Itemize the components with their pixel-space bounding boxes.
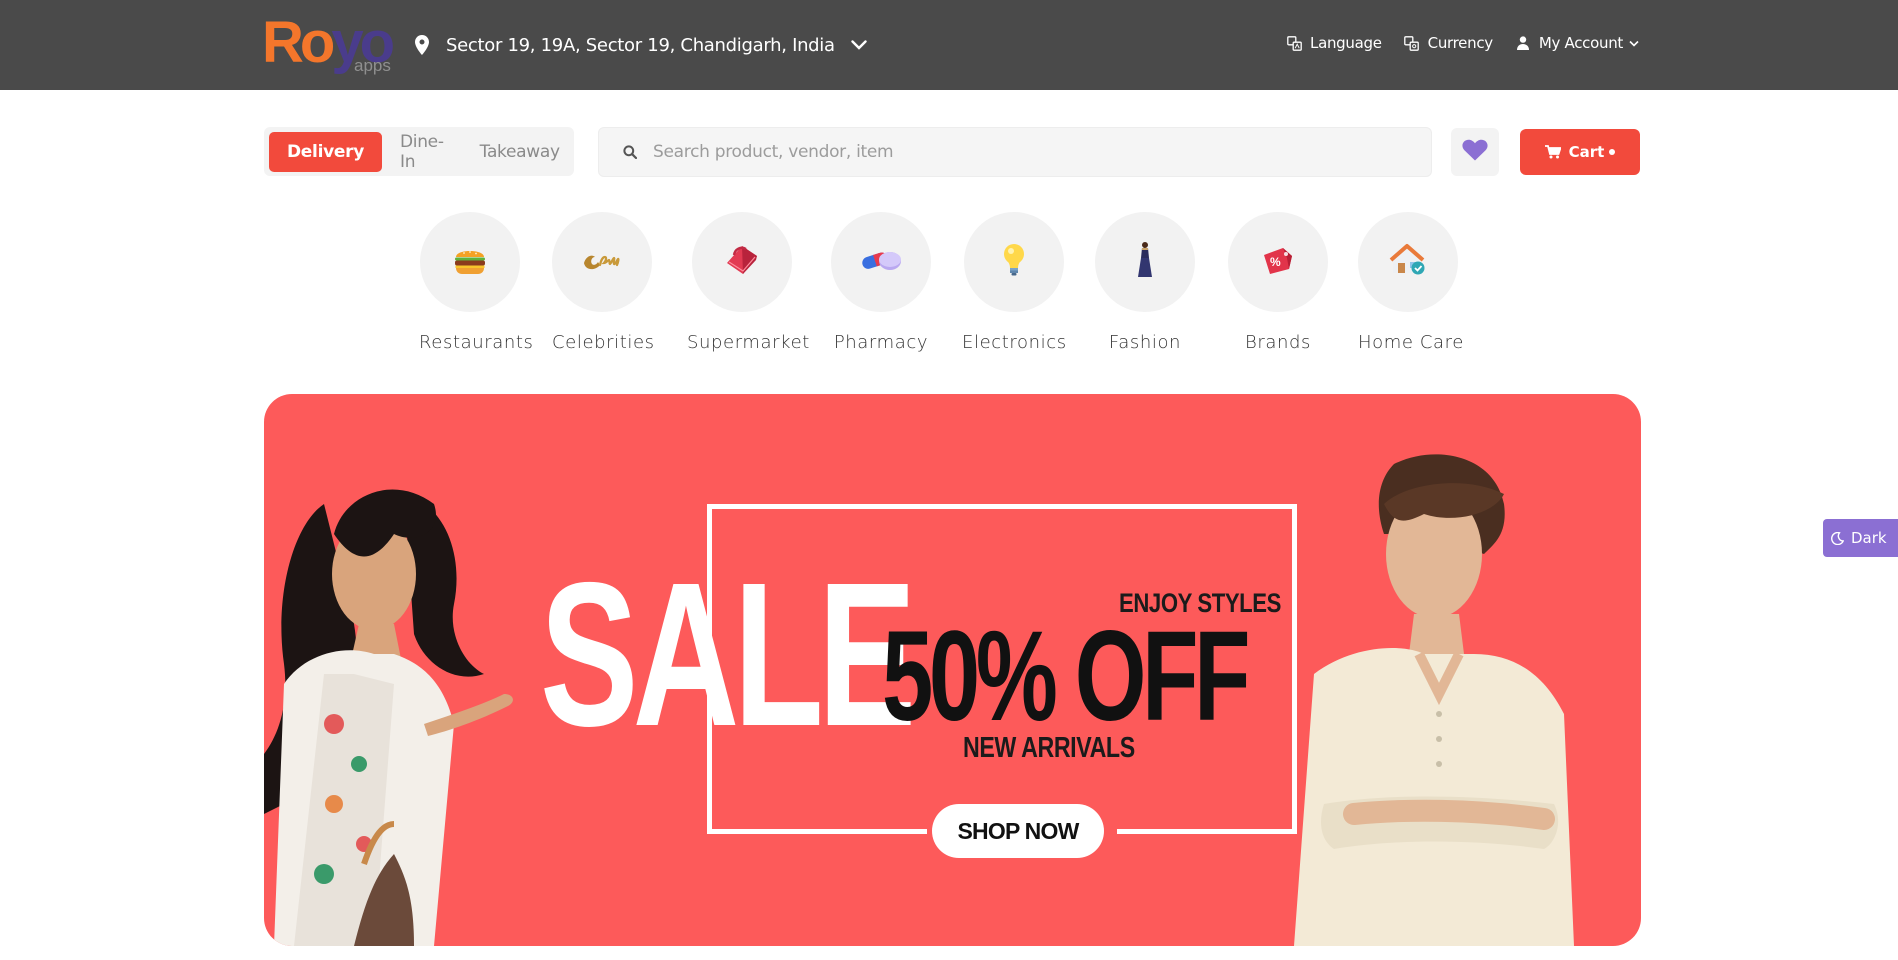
top-header: Royo apps Sector 19, 19A, Sector 19, Cha… [0, 0, 1898, 90]
language-link[interactable]: Language [1286, 34, 1382, 52]
category-label: Supermarket [687, 332, 810, 353]
category-label: Celebrities [552, 332, 655, 353]
celebrity-icon [580, 249, 624, 276]
category-restaurants[interactable]: Restaurants [419, 212, 534, 353]
category-circle [1358, 212, 1458, 312]
tag-icon: % [1261, 245, 1295, 280]
logo-subtext: apps [354, 56, 391, 75]
category-circle: % [1228, 212, 1328, 312]
category-label: Electronics [962, 332, 1067, 353]
category-label: Brands [1244, 332, 1312, 353]
dark-mode-label: Dark [1851, 529, 1887, 547]
language-icon [1286, 35, 1302, 51]
house-icon [1389, 243, 1427, 282]
shop-now-button[interactable]: SHOP NOW [932, 804, 1104, 858]
category-brands[interactable]: % Brands [1228, 212, 1328, 353]
dress-icon [1137, 241, 1153, 284]
location-selector[interactable]: Sector 19, 19A, Sector 19, Chandigarh, I… [412, 30, 869, 60]
cart-label: Cart [1568, 143, 1605, 161]
banner-tagline-bottom: NEW ARRIVALS [963, 732, 1135, 764]
moon-icon [1831, 531, 1845, 545]
header-links: Language Currency My Account [1286, 34, 1639, 52]
category-pharmacy[interactable]: Pharmacy [831, 212, 931, 353]
banner-headline: SALE [540, 540, 916, 769]
order-mode-toggle: Delivery Dine-In Takeaway [264, 127, 574, 176]
chevron-down-icon[interactable] [849, 35, 869, 55]
search-bar [598, 127, 1432, 177]
category-circle [1095, 212, 1195, 312]
man-model-image [1254, 444, 1584, 946]
cart-indicator-dot [1609, 149, 1616, 155]
delivery-tab[interactable]: Delivery [269, 131, 382, 172]
currency-label: Currency [1427, 34, 1493, 52]
category-home-care[interactable]: Home Care [1358, 212, 1464, 353]
user-icon [1515, 35, 1531, 51]
category-circle [552, 212, 652, 312]
svg-text:%: % [1270, 255, 1281, 269]
my-account-label: My Account [1538, 34, 1623, 52]
search-icon[interactable] [623, 144, 639, 160]
cart-button[interactable]: Cart [1520, 129, 1640, 175]
currency-link[interactable]: Currency [1404, 34, 1493, 52]
banner-discount: 50% OFF [882, 605, 1250, 748]
chevron-down-icon [1629, 38, 1639, 48]
wishlist-button[interactable] [1451, 128, 1499, 176]
promo-banner[interactable]: SALE ENJOY STYLES 50% OFF NEW ARRIVALS S… [264, 394, 1641, 946]
location-address: Sector 19, 19A, Sector 19, Chandigarh, I… [446, 34, 835, 56]
category-circle [831, 212, 931, 312]
category-fashion[interactable]: Fashion [1095, 212, 1195, 353]
category-circle [692, 212, 792, 312]
basket-icon [723, 243, 761, 282]
search-input[interactable] [653, 142, 1393, 162]
category-label: Home Care [1358, 332, 1464, 353]
category-label: Pharmacy [833, 332, 929, 353]
category-electronics[interactable]: Electronics [962, 212, 1066, 353]
dine-in-tab[interactable]: Dine-In [382, 132, 462, 172]
category-circle [964, 212, 1064, 312]
pills-icon [860, 247, 902, 278]
woman-model-image [264, 464, 564, 946]
burger-icon [453, 245, 487, 280]
category-circle [420, 212, 520, 312]
takeaway-tab[interactable]: Takeaway [462, 132, 578, 172]
category-label: Fashion [1108, 332, 1182, 353]
map-pin-icon [412, 32, 432, 58]
bulb-icon [1002, 243, 1026, 282]
category-label: Restaurants [419, 332, 534, 353]
royo-logo[interactable]: Royo apps [262, 10, 398, 78]
language-label: Language [1310, 34, 1382, 52]
category-supermarket[interactable]: Supermarket [687, 212, 810, 353]
currency-icon [1404, 35, 1420, 51]
cart-icon [1544, 145, 1561, 159]
dark-mode-toggle[interactable]: Dark [1823, 519, 1898, 557]
category-celebrities[interactable]: Celebrities [552, 212, 655, 353]
my-account-link[interactable]: My Account [1515, 34, 1639, 52]
heart-icon [1462, 139, 1488, 166]
